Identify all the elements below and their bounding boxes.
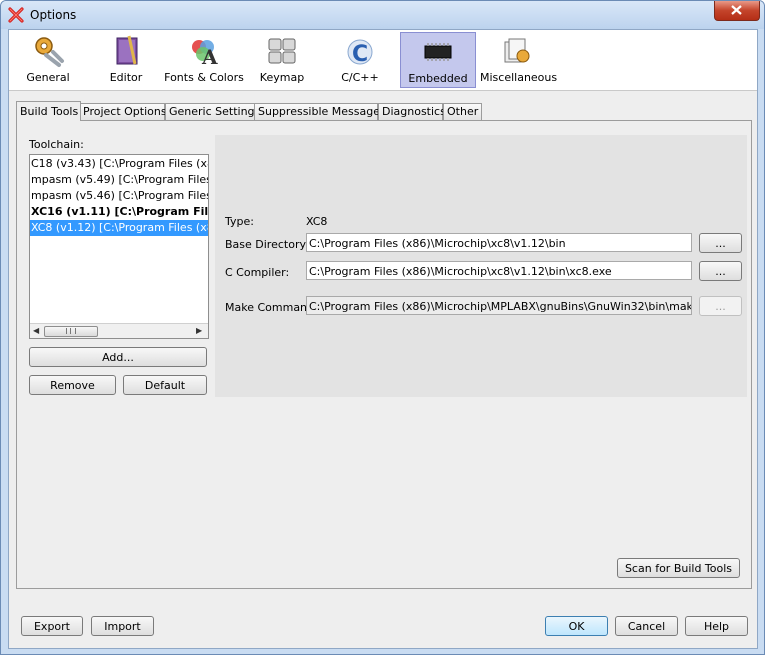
default-button[interactable]: Default [123,375,207,395]
list-item[interactable]: XC8 (v1.12) [C:\Program Files (x86)\ [30,220,208,236]
tab-project-options[interactable]: Project Options [79,103,167,120]
scan-build-tools-button[interactable]: Scan for Build Tools [617,558,740,578]
category-label: Editor [109,71,143,84]
category-label: Miscellaneous [480,71,558,84]
misc-icon [504,38,530,63]
keymap-keys-icon [268,38,296,64]
list-item[interactable]: mpasm (v5.46) [C:\Program Files (x8 [30,188,208,204]
category-bar: General Editor A Fonts & Colors Keymap C… [9,30,757,91]
tab-build-tools[interactable]: Build Tools [16,101,81,121]
make-command-label: Make Command: [225,301,318,314]
horizontal-scrollbar[interactable]: ◀ ▶ [30,323,208,338]
svg-text:A: A [201,45,218,68]
list-item[interactable]: mpasm (v5.49) [C:\Program Files (x8 [30,172,208,188]
tab-generic-settings[interactable]: Generic Settings [165,103,260,120]
help-button[interactable]: Help [685,616,748,636]
category-label: General [26,71,70,84]
scroll-right-icon[interactable]: ▶ [196,326,202,335]
tab-diagnostics[interactable]: Diagnostics [378,103,446,120]
title-bar[interactable]: Options [1,1,764,29]
close-icon [731,5,742,15]
fonts-colors-icon: A [192,40,218,68]
category-label: C/C++ [341,71,379,84]
cancel-button[interactable]: Cancel [615,616,678,636]
dialog-body: General Editor A Fonts & Colors Keymap C… [8,29,758,649]
c-compiler-field[interactable]: C:\Program Files (x86)\Microchip\xc8\v1.… [306,261,692,280]
category-editor[interactable]: Editor [97,32,155,86]
scroll-left-icon[interactable]: ◀ [33,326,39,335]
import-button[interactable]: Import [91,616,154,636]
svg-text:C: C [352,42,368,67]
base-directory-field[interactable]: C:\Program Files (x86)\Microchip\xc8\v1.… [306,233,692,252]
grip-icon [66,328,76,334]
c-compiler-label: C Compiler: [225,266,290,279]
browse-make-command-button: ... [699,296,742,316]
toolchain-label: Toolchain: [29,138,84,151]
window-title: Options [30,8,77,22]
toolchain-list[interactable]: C18 (v3.43) [C:\Program Files (x86)\ mpa… [29,154,209,339]
category-miscellaneous[interactable]: Miscellaneous [480,32,557,86]
make-command-field: C:\Program Files (x86)\Microchip\MPLABX\… [306,296,692,315]
type-label: Type: [225,215,254,228]
list-item[interactable]: C18 (v3.43) [C:\Program Files (x86)\ [30,156,208,172]
category-label: Embedded [408,72,468,85]
category-label: Keymap [259,71,305,84]
base-directory-label: Base Directory: [225,238,309,251]
toolchain-details: Type: XC8 Base Directory: C:\Program Fil… [215,135,747,397]
category-fonts-colors[interactable]: A Fonts & Colors [164,32,244,86]
list-item[interactable]: XC16 (v1.11) [C:\Program Files [30,204,208,220]
tab-suppressible-messages[interactable]: Suppressible Messages [254,103,386,120]
category-label: Fonts & Colors [164,71,244,84]
browse-base-directory-button[interactable]: ... [699,233,742,253]
build-tools-panel: Toolchain: C18 (v3.43) [C:\Program Files… [16,120,752,589]
category-general[interactable]: General [18,32,78,86]
gear-wrench-icon [35,37,64,67]
add-button[interactable]: Add... [29,347,207,367]
category-c-cpp[interactable]: C C/C++ [331,32,389,86]
remove-button[interactable]: Remove [29,375,116,395]
ok-button[interactable]: OK [545,616,608,636]
editor-book-icon [116,35,138,65]
cpp-icon: C [347,39,373,67]
browse-c-compiler-button[interactable]: ... [699,261,742,281]
category-keymap[interactable]: Keymap [253,32,311,86]
options-window: Options General Editor A Fonts & Colors … [0,0,765,655]
type-value: XC8 [306,215,328,228]
export-button[interactable]: Export [21,616,83,636]
window-close-button[interactable] [714,1,760,21]
chip-icon [424,43,452,61]
tab-other[interactable]: Other [443,103,482,120]
category-embedded[interactable]: Embedded [400,32,476,88]
scroll-thumb[interactable] [44,326,98,337]
app-x-icon [8,7,24,23]
